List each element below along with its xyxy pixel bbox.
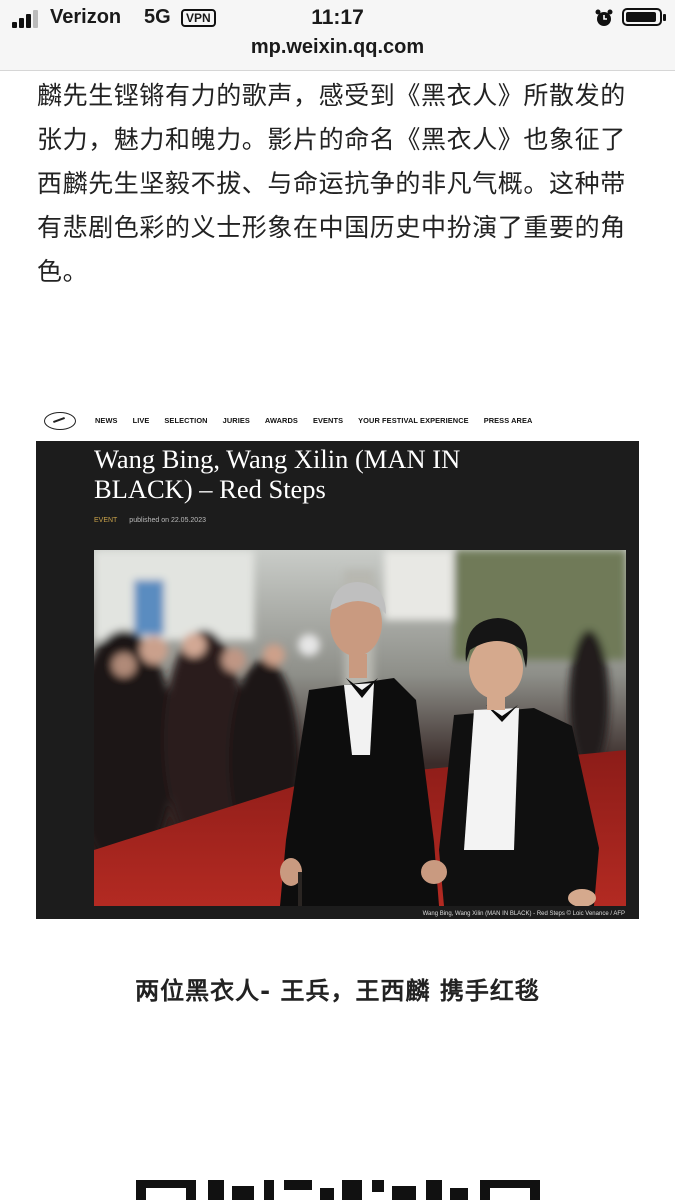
nav-item-live: LIVE (132, 416, 150, 425)
image-caption: 两位黑衣人- 王兵，王西麟 携手红毯 (135, 977, 540, 1005)
photo-credit: Wang Bing, Wang Xilin (MAN IN BLACK) - R… (422, 911, 625, 917)
article-meta: EVENT published on 22.05.2023 (94, 517, 206, 524)
qr-code-icon[interactable] (136, 1176, 540, 1200)
clock: 11:17 (311, 6, 364, 29)
url-bar[interactable]: mp.weixin.qq.com (0, 36, 675, 59)
nav-item-juries: JURIES (222, 416, 250, 425)
red-carpet-photo (94, 550, 626, 906)
festival-article: Wang Bing, Wang Xilin (MAN IN BLACK) – R… (36, 441, 639, 919)
festival-nav: NEWS LIVE SELECTION JURIES AWARDS EVENTS… (36, 400, 639, 440)
status-bar: Verizon 5G VPN 11:17 mp.weixin.qq.com (0, 0, 675, 71)
nav-item-press-area: PRESS AREA (483, 416, 533, 425)
alarm-icon (595, 9, 613, 26)
embedded-screenshot[interactable]: NEWS LIVE SELECTION JURIES AWARDS EVENTS… (36, 400, 639, 919)
nav-item-events: EVENTS (312, 416, 344, 425)
published-date: published on 22.05.2023 (129, 517, 206, 524)
nav-item-selection: SELECTION (164, 416, 208, 425)
nav-item-festival-experience: YOUR FESTIVAL EXPERIENCE (358, 416, 469, 425)
article-paragraph: 麟先生铿锵有力的歌声，感受到《黑衣人》所散发的张力，魅力和魄力。影片的命名《黑衣… (37, 81, 626, 286)
nav-item-news: NEWS (95, 416, 118, 425)
event-tag: EVENT (94, 517, 118, 524)
battery-icon (622, 8, 666, 26)
nav-item-awards: AWARDS (264, 416, 298, 425)
festival-article-title: Wang Bing, Wang Xilin (MAN IN BLACK) – R… (94, 444, 461, 504)
festival-logo-icon (44, 412, 76, 430)
